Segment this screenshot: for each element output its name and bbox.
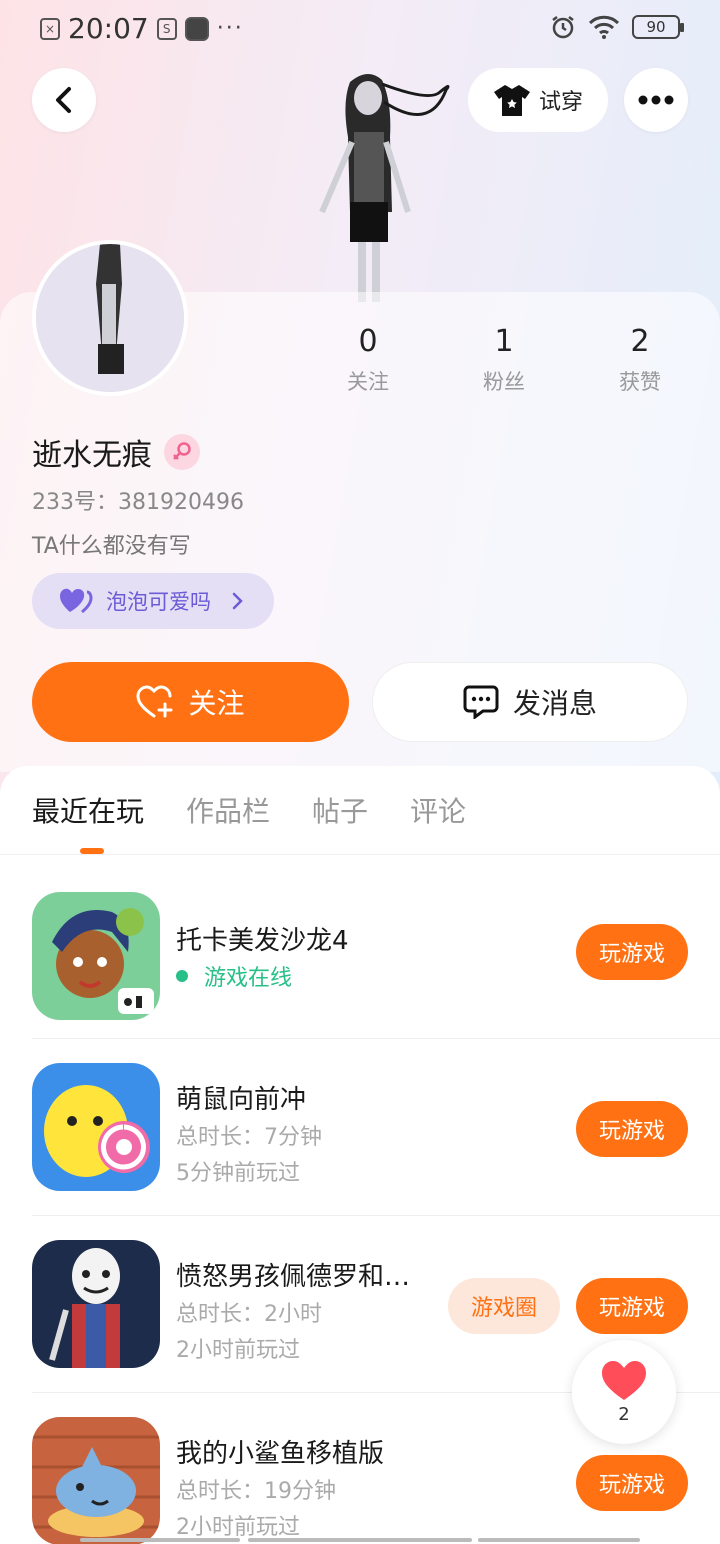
stat-following[interactable]: 0 关注: [300, 324, 436, 396]
avatar[interactable]: [32, 240, 188, 396]
stat-label: 获赞: [619, 370, 661, 394]
chevron-right-icon: [232, 592, 243, 610]
stat-value: 2: [630, 324, 650, 359]
last-played: 2小时前玩过: [176, 1338, 300, 1363]
try-on-button[interactable]: 试穿: [468, 68, 608, 132]
game-icon-angry-boy[interactable]: [32, 1240, 160, 1368]
scroll-indicator: [478, 1538, 640, 1542]
chevron-left-icon: [56, 87, 71, 113]
online-status-label: 游戏在线: [204, 966, 293, 991]
stat-followers[interactable]: 1 粉丝: [436, 324, 572, 396]
game-circle-button[interactable]: 游戏圈: [448, 1278, 560, 1334]
stat-likes[interactable]: 2 获赞: [572, 324, 708, 396]
play-duration: 总时长：19分钟: [176, 1479, 336, 1504]
stat-label: 粉丝: [483, 370, 525, 394]
play-notification-icon: [184, 16, 209, 41]
play-game-button[interactable]: 玩游戏: [576, 1278, 688, 1334]
online-status: 游戏在线: [176, 960, 292, 992]
send-message-button[interactable]: 发消息: [372, 662, 688, 742]
game-name: 我的小鲨鱼移植版: [176, 1439, 385, 1469]
game-icon-little-shark[interactable]: [32, 1417, 160, 1544]
battery-icon: 90: [632, 15, 684, 39]
floating-like-button[interactable]: 2: [572, 1340, 676, 1444]
stats-row: 0 关注 1 粉丝 2 获赞: [300, 324, 720, 396]
play-game-button[interactable]: 玩游戏: [576, 924, 688, 980]
more-notifications-icon: ···: [216, 16, 244, 41]
game-row[interactable]: 托卡美发沙龙4 游戏在线 玩游戏: [0, 862, 720, 1039]
play-duration: 总时长：7分钟: [176, 1125, 322, 1150]
tab-recently-played[interactable]: 最近在玩: [32, 790, 144, 830]
game-name: 托卡美发沙龙4: [176, 926, 349, 956]
profile-tag-chip[interactable]: 泡泡可爱吗: [32, 573, 274, 629]
status-bar: × 20:07 S ··· 90: [0, 0, 720, 58]
follow-button[interactable]: 关注: [32, 662, 349, 742]
back-button[interactable]: [32, 68, 96, 132]
tab-bar: 最近在玩 作品栏 帖子 评论: [32, 790, 466, 830]
heart-plus-icon: [136, 685, 173, 718]
more-options-button[interactable]: [624, 68, 688, 132]
scroll-indicator: [80, 1538, 240, 1542]
like-count: 2: [618, 1403, 630, 1425]
follow-label: 关注: [188, 687, 245, 720]
game-name: 愤怒男孩佩德罗和…: [176, 1262, 411, 1292]
last-played: 5分钟前玩过: [176, 1161, 300, 1186]
heart-icon: [602, 1360, 646, 1400]
username: 逝水无痕: [32, 438, 152, 473]
character-avatar-3d: [319, 73, 450, 302]
tab-comments[interactable]: 评论: [410, 790, 466, 830]
heart-pair-icon: [60, 588, 93, 614]
tag-label: 泡泡可爱吗: [106, 590, 211, 614]
play-duration: 总时长：2小时: [176, 1302, 322, 1327]
stat-value: 0: [358, 324, 378, 359]
scroll-indicator: [248, 1538, 472, 1542]
wifi-icon: [588, 15, 620, 39]
username-row: 逝水无痕: [32, 430, 200, 474]
game-icon-cute-mouse[interactable]: [32, 1063, 160, 1191]
game-icon-toca-hair-salon[interactable]: [32, 892, 160, 1020]
more-dots-icon: [638, 95, 674, 105]
notification-icon: ×: [40, 17, 60, 40]
user-id: 233号：381920496: [32, 490, 244, 515]
tshirt-icon: [493, 85, 530, 116]
play-game-button[interactable]: 玩游戏: [576, 1101, 688, 1157]
tab-works[interactable]: 作品栏: [186, 790, 270, 830]
status-time: 20:07: [68, 12, 149, 45]
tab-divider: [0, 854, 720, 855]
game-name: 萌鼠向前冲: [176, 1085, 307, 1115]
play-game-button[interactable]: 玩游戏: [576, 1455, 688, 1511]
online-dot-icon: [176, 970, 188, 982]
female-gender-icon: [164, 434, 200, 470]
game-row[interactable]: 萌鼠向前冲 总时长：7分钟 5分钟前玩过 玩游戏: [0, 1039, 720, 1216]
screenshot-icon: S: [156, 17, 177, 40]
user-bio: TA什么都没有写: [32, 534, 191, 559]
tab-posts[interactable]: 帖子: [312, 790, 368, 830]
try-on-label: 试穿: [538, 90, 583, 115]
last-played: 2小时前玩过: [176, 1515, 300, 1540]
avatar-character-image: [36, 244, 184, 392]
alarm-icon: [552, 16, 574, 39]
stat-label: 关注: [347, 370, 389, 394]
chat-bubble-icon: [463, 685, 499, 719]
message-label: 发消息: [512, 687, 597, 720]
stat-value: 1: [494, 324, 514, 359]
